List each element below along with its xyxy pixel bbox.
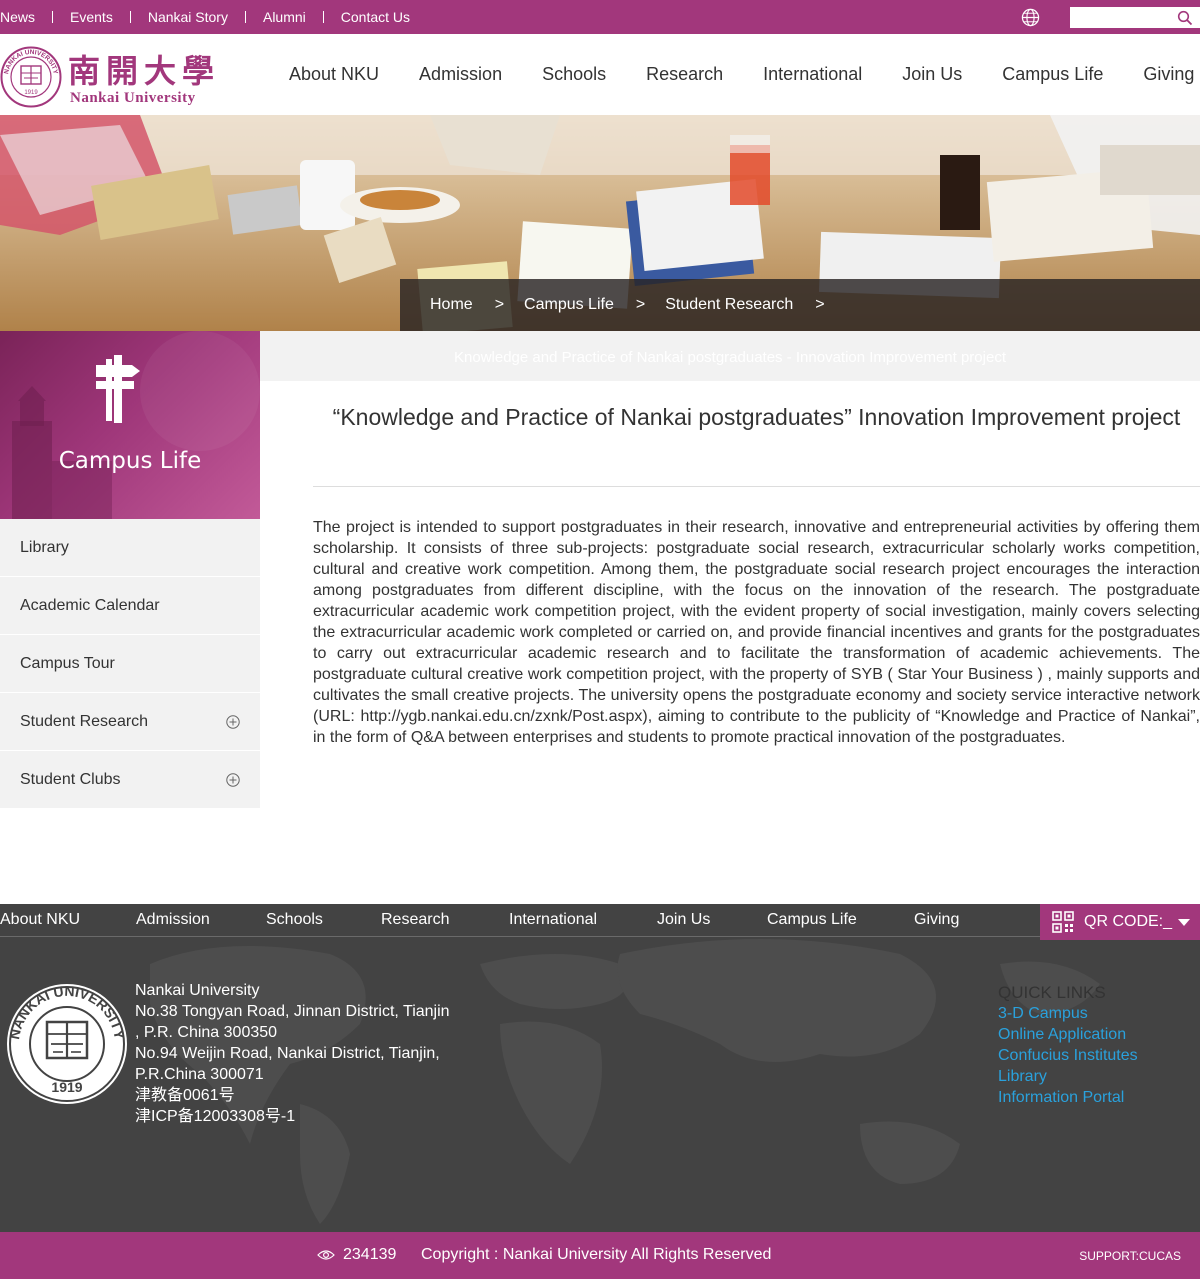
sidebar-item-label: Campus Tour — [20, 654, 115, 672]
expand-plus-icon[interactable] — [226, 714, 240, 729]
top-bar: News Events Nankai Story Alumni Contact … — [0, 0, 1200, 34]
footer-nav-campus-life[interactable]: Campus Life — [767, 911, 857, 929]
site-footer: About NKU Admission Schools Research Int… — [0, 904, 1200, 1232]
address-line: P.R.China 300071 — [135, 1066, 264, 1083]
breadcrumb-separator: > — [494, 296, 505, 313]
divider — [244, 11, 246, 23]
sidebar-item-label: Student Clubs — [20, 770, 121, 788]
nav-giving[interactable]: Giving — [1143, 64, 1194, 85]
quick-links-heading: QUICK LINKS — [998, 983, 1106, 1002]
quick-link-confucius-institutes[interactable]: Confucius Institutes — [998, 1045, 1138, 1066]
footer-nav-admission[interactable]: Admission — [136, 911, 210, 929]
visit-counter: 234139 — [343, 1246, 397, 1263]
copyright-text: Copyright : Nankai University All Rights… — [421, 1246, 772, 1263]
breadcrumb-student-research[interactable]: Student Research — [665, 296, 793, 314]
logo-chinese-name[interactable]: 南開大學 — [68, 46, 220, 92]
sidebar-item-campus-tour[interactable]: Campus Tour — [0, 635, 260, 693]
footer-nav: About NKU Admission Schools Research Int… — [0, 904, 1040, 937]
sidebar-item-label: Library — [20, 538, 69, 556]
footer-nav-schools[interactable]: Schools — [266, 911, 323, 929]
sidebar-item-label: Student Research — [20, 712, 149, 730]
divider — [313, 486, 1200, 487]
sidebar-item-student-clubs[interactable]: Student Clubs — [0, 751, 260, 809]
quick-link-information-portal[interactable]: Information Portal — [998, 1087, 1138, 1108]
nav-research[interactable]: Research — [646, 64, 723, 85]
icp-number[interactable]: 津ICP备12003308号-1 — [135, 1106, 455, 1127]
qr-code-button[interactable]: QR CODE:_ — [1040, 904, 1200, 940]
address-line: No.38 Tongyan Road, Jinnan District, Tia… — [135, 1003, 450, 1020]
footer-seal-year: 1919 — [51, 1079, 82, 1095]
top-links: News Events Nankai Story Alumni Contact … — [0, 0, 410, 34]
qr-code-label: QR CODE:_ — [1084, 913, 1173, 930]
footer-university-seal: NANKAI UNIVERSITY 1919 — [6, 983, 128, 1104]
quick-links: QUICK LINKS 3-D Campus Online Applicatio… — [998, 982, 1138, 1108]
breadcrumb-home[interactable]: Home — [430, 296, 473, 314]
sidebar-item-academic-calendar[interactable]: Academic Calendar — [0, 577, 260, 635]
expand-plus-icon[interactable] — [226, 772, 240, 787]
globe-icon[interactable] — [1021, 8, 1040, 27]
strip-title: Knowledge and Practice of Nankai postgra… — [454, 349, 1006, 366]
breadcrumb-campus-life[interactable]: Campus Life — [524, 296, 614, 314]
divider — [322, 11, 324, 23]
support-link[interactable]: SUPPORT:CUCAS — [1079, 1249, 1181, 1263]
nav-schools[interactable]: Schools — [542, 64, 606, 85]
nav-international[interactable]: International — [763, 64, 862, 85]
quick-link-library[interactable]: Library — [998, 1066, 1138, 1087]
divider — [52, 11, 54, 23]
sidebar-header: Campus Life — [0, 331, 260, 519]
breadcrumb-separator: > — [815, 296, 825, 313]
nav-campus-life[interactable]: Campus Life — [1002, 64, 1103, 85]
quick-link-3d-campus[interactable]: 3-D Campus — [998, 1003, 1138, 1024]
footer-nav-about-nku[interactable]: About NKU — [0, 911, 80, 929]
nav-about-nku[interactable]: About NKU — [289, 64, 379, 85]
address-line: No.94 Weijin Road, Nankai District, Tian… — [135, 1045, 440, 1062]
breadcrumb: Home > Campus Life > Student Research > — [400, 279, 1200, 331]
logo-english-name[interactable]: Nankai University — [70, 90, 196, 107]
registration-number[interactable]: 津教备0061号 — [135, 1085, 455, 1106]
top-link-alumni[interactable]: Alumni — [263, 9, 306, 25]
signpost-icon — [96, 355, 140, 423]
sidebar-title: Campus Life — [58, 448, 202, 474]
top-link-nankai-story[interactable]: Nankai Story — [148, 9, 228, 25]
qr-code-icon — [1052, 911, 1074, 933]
top-link-events[interactable]: Events — [70, 9, 113, 25]
address-line: Nankai University — [135, 982, 260, 999]
quick-link-online-application[interactable]: Online Application — [998, 1024, 1138, 1045]
footer-nav-international[interactable]: International — [509, 911, 597, 929]
address-line: , P.R. China 300350 — [135, 1024, 278, 1041]
university-seal-logo[interactable]: NANKAI UNIVERSITY 1919 — [0, 46, 62, 108]
divider — [129, 11, 131, 23]
footer-nav-research[interactable]: Research — [381, 911, 449, 929]
nav-join-us[interactable]: Join Us — [902, 64, 962, 85]
seal-year: 1919 — [24, 90, 38, 96]
site-header: NANKAI UNIVERSITY 1919 南開大學 Nankai Unive… — [0, 34, 1200, 115]
footer-address: Nankai University No.38 Tongyan Road, Ji… — [135, 980, 455, 1127]
article-title: “Knowledge and Practice of Nankai postgr… — [332, 404, 1181, 430]
sidebar-item-library[interactable]: Library — [0, 519, 260, 577]
footer-nav-join-us[interactable]: Join Us — [657, 911, 710, 929]
main-nav: About NKU Admission Schools Research Int… — [289, 64, 1200, 85]
footer-nav-giving[interactable]: Giving — [914, 911, 959, 929]
nav-admission[interactable]: Admission — [419, 64, 502, 85]
top-link-contact-us[interactable]: Contact Us — [341, 9, 410, 25]
article-body: The project is intended to support postg… — [313, 519, 1200, 746]
sidebar-item-label: Academic Calendar — [20, 596, 160, 614]
copyright-bar: 234139 Copyright : Nankai University All… — [0, 1232, 1200, 1279]
sidebar-menu: Library Academic Calendar Campus Tour St… — [0, 519, 260, 809]
sidebar-item-student-research[interactable]: Student Research — [0, 693, 260, 751]
eye-icon — [317, 1250, 335, 1260]
search-icon[interactable] — [1177, 10, 1193, 26]
top-link-news[interactable]: News — [0, 9, 35, 25]
content-title-strip: Knowledge and Practice of Nankai postgra… — [260, 331, 1200, 381]
breadcrumb-separator: > — [635, 296, 646, 313]
caret-down-icon — [1178, 919, 1190, 926]
